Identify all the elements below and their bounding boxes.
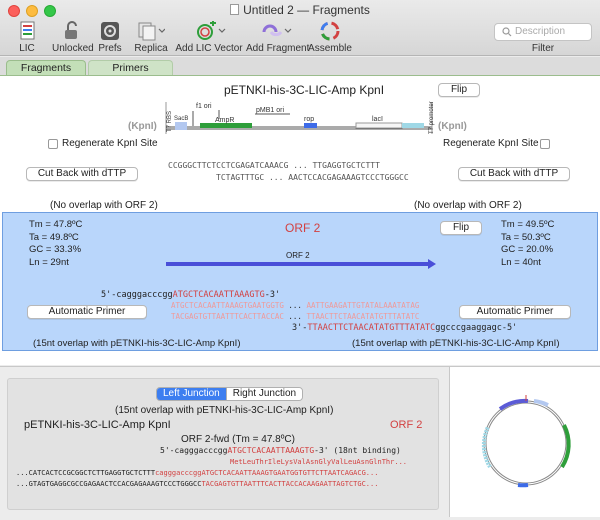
gear-icon (100, 21, 120, 41)
map-label-f1ori: f1 ori (196, 103, 212, 110)
kpni-left-label: (KpnI) (128, 121, 157, 132)
junction-seq-top: ...CATCACTCCGCGGCTCTTGAGGTGCTCTTTcagggac… (16, 469, 378, 477)
junction-area: Left Junction Right Junction (15nt overl… (0, 366, 600, 516)
add-vector-icon (192, 21, 226, 41)
feature-laci (356, 123, 402, 128)
regenerate-right-checkbox[interactable] (540, 139, 550, 149)
junction-segmented-control[interactable]: Left Junction Right Junction (156, 387, 303, 401)
map-label-rbs: T7 RBS (167, 111, 173, 132)
regenerate-left-checkbox[interactable] (48, 139, 58, 149)
tab-primers[interactable]: Primers (88, 60, 173, 75)
automatic-primer-right-button[interactable]: Automatic Primer (459, 305, 571, 319)
orf-panel[interactable]: Tm = 47.8ºC Ta = 49.8ºC GC = 33.3% Ln = … (2, 212, 598, 351)
orf-seq-bottom: TACGAGTGTTAATTTCACTTACCAC ... TTAACTTCTA… (171, 312, 419, 321)
lic-button[interactable]: LIC (14, 20, 40, 54)
vector-name: pETNKI-his-3C-LIC-Amp KpnI (224, 83, 384, 97)
search-icon (502, 27, 512, 37)
tm-right: Tm = 49.5ºC (501, 219, 554, 232)
gc-right: GC = 20.0% (501, 244, 554, 257)
vector-flip-button[interactable]: Flip (438, 83, 480, 97)
overlap-left: (15nt overlap with pETNKI-his-3C-LIC-Amp… (33, 338, 241, 349)
replica-icon (137, 21, 165, 41)
junction-orf-name: ORF 2 (390, 419, 422, 431)
feature-sacb (175, 122, 187, 130)
junction-vector-name: pETNKI-his-3C-LIC-Amp KpnI (24, 419, 171, 431)
no-overlap-right: (No overlap with ORF 2) (414, 200, 522, 211)
feature-hatch (402, 123, 424, 128)
lic-icon (17, 21, 37, 41)
tab-fragments[interactable]: Fragments (6, 60, 86, 75)
map-label-sacb: SacB (174, 116, 188, 122)
regenerate-left-label: Regenerate KpnI Site (62, 138, 158, 149)
cut-back-left-button[interactable]: Cut Back with dTTP (26, 167, 138, 181)
map-label-pmb1: pMB1 ori (256, 107, 284, 114)
feature-rop (304, 123, 317, 128)
gc-left: GC = 33.3% (29, 244, 82, 257)
map-label-laci: lacI (372, 116, 383, 123)
ta-left: Ta = 49.8ºC (29, 232, 82, 245)
overlap-right: (15nt overlap with pETNKI-his-3C-LIC-Amp… (352, 338, 560, 349)
circular-map-panel (449, 367, 600, 517)
tab-right-junction[interactable]: Right Junction (226, 388, 302, 400)
add-fragment-button[interactable]: Add Fragment (246, 20, 304, 54)
automatic-primer-left-button[interactable]: Automatic Primer (27, 305, 147, 319)
junction-protein: MetLeuThrIleLysValAsnGlyValLeuAsnGlnThr.… (230, 458, 407, 466)
unlocked-button[interactable]: Unlocked (52, 20, 92, 54)
unlocked-icon (62, 21, 82, 41)
orf-right-stats: Tm = 49.5ºC Ta = 50.3ºC GC = 20.0% Ln = … (501, 219, 554, 269)
ta-right: Ta = 50.3ºC (501, 232, 554, 245)
vector-seq-top: CCGGGCTTCTCCTCGAGATCAAACG ... TTGAGGTGCT… (168, 161, 380, 170)
junction-primer-title: ORF 2-fwd (Tm = 47.8ºC) (181, 434, 295, 445)
orf-left-stats: Tm = 47.8ºC Ta = 49.8ºC GC = 33.3% Ln = … (29, 219, 82, 269)
filter-label: Filter (494, 43, 592, 54)
add-lic-vector-button[interactable]: Add LIC Vector (174, 20, 244, 54)
ln-right: Ln = 40nt (501, 257, 554, 270)
kpni-right-label: (KpnI) (438, 121, 467, 132)
reverse-primer: 3'-TTAACTTCTAACATATGTTTATATCggcccgaaggag… (292, 323, 517, 333)
assemble-button[interactable]: Assemble (308, 20, 352, 54)
add-fragment-icon (258, 21, 292, 41)
regenerate-right-label: Regenerate KpnI Site (443, 138, 539, 149)
tm-left: Tm = 47.8ºC (29, 219, 82, 232)
junction-overlap: (15nt overlap with pETNKI-his-3C-LIC-Amp… (115, 405, 333, 416)
assemble-icon (319, 20, 341, 42)
junction-panel: Left Junction Right Junction (15nt overl… (7, 378, 439, 510)
window-title: Untitled 2 — Fragments (0, 3, 600, 17)
orf-seq-top: ATGCTCACAATTAAAGTGAATGGTG ... AATTGAAGAT… (171, 301, 419, 310)
ampr-arc (562, 425, 569, 467)
map-label-rop: rop (304, 116, 314, 123)
document-icon (230, 4, 239, 15)
junction-primer: 5'-cagggacccggATGCTCACAATTAAAGTG-3' (18n… (160, 446, 401, 455)
cut-back-right-button[interactable]: Cut Back with dTTP (458, 167, 570, 181)
orf-name: ORF 2 (285, 221, 320, 235)
map-label-t7promoter: T7 promoter (429, 101, 435, 134)
no-overlap-left: (No overlap with ORF 2) (50, 200, 158, 211)
circular-plasmid-map[interactable] (450, 367, 600, 517)
replica-button[interactable]: Replica (132, 20, 170, 54)
tab-bar: Fragments Primers (0, 57, 600, 75)
vector-seq-bottom: TCTAGTTTGC ... AACTCCACGAGAAAGTCCCTGGGCC (216, 173, 409, 182)
ln-left: Ln = 29nt (29, 257, 82, 270)
map-label-ampr: AmpR (215, 117, 234, 124)
orf-arrow (166, 259, 436, 269)
prefs-button[interactable]: Prefs (96, 20, 124, 54)
orf-flip-button[interactable]: Flip (440, 221, 482, 235)
toolbar: Untitled 2 — Fragments LIC Unlocked Pref… (0, 0, 600, 56)
forward-primer: 5'-cagggacccggATGCTCACAATTAAAGTG-3' (101, 290, 280, 300)
junction-seq-bottom: ...GTAGTGAGGCGCCGAGAACTCCACGAGAAAGTCCCTG… (16, 480, 378, 488)
tab-left-junction[interactable]: Left Junction (157, 388, 226, 400)
